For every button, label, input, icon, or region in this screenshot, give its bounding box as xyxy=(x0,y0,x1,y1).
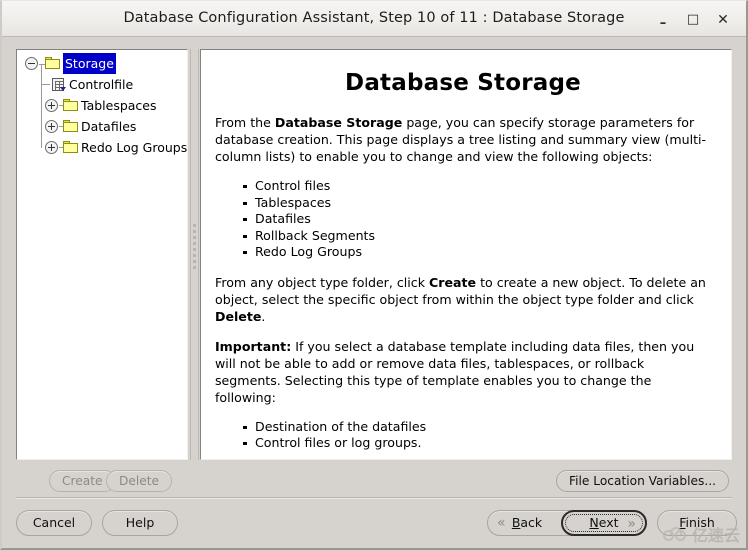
tree-item-label: Storage xyxy=(63,53,116,74)
next-button-label: Next xyxy=(589,515,619,530)
tree-item-label: Redo Log Groups xyxy=(81,140,188,155)
expand-handle-icon[interactable] xyxy=(45,120,58,133)
next-mnemonic: N xyxy=(589,515,599,530)
application-window: Database Configuration Assistant, Step 1… xyxy=(0,0,748,550)
help-button[interactable]: Help xyxy=(102,510,178,536)
footer-separator xyxy=(16,497,732,499)
help-content-panel: Database Storage From the Database Stora… xyxy=(200,49,732,460)
intro-pre: From the xyxy=(215,115,275,130)
important-label: Important: xyxy=(215,338,292,354)
maximize-icon[interactable]: □ xyxy=(682,10,704,30)
chevron-left-icon: « xyxy=(497,515,506,531)
title-bar: Database Configuration Assistant, Step 1… xyxy=(2,1,746,37)
navigation-button-group: « Back Next » xyxy=(487,510,647,536)
create-delete-paragraph: From any object type folder, click Creat… xyxy=(215,274,711,325)
list-item: Control files or log groups. xyxy=(243,435,711,452)
cd-bold-create: Create xyxy=(429,274,477,290)
changeable-items-list: Destination of the datafiles Control fil… xyxy=(215,419,711,452)
list-item: Rollback Segments xyxy=(243,228,711,245)
folder-icon xyxy=(63,120,78,132)
divider-edge xyxy=(198,49,199,460)
tree-connector xyxy=(41,84,50,85)
divider-grip-handle[interactable] xyxy=(192,221,197,281)
object-toolbar: Create Delete File Location Variables... xyxy=(2,467,746,495)
collapse-handle-icon[interactable] xyxy=(25,57,38,70)
window-title: Database Configuration Assistant, Step 1… xyxy=(123,10,625,26)
cd-post: . xyxy=(261,308,266,324)
storage-tree: Storage Controlfile Tablespaces Datafile… xyxy=(17,50,187,158)
storage-tree-panel[interactable]: Storage Controlfile Tablespaces Datafile… xyxy=(16,49,188,460)
tree-item-label: Tablespaces xyxy=(81,98,157,113)
important-paragraph: Important: If you select a database temp… xyxy=(215,338,711,406)
cd-bold-delete: Delete xyxy=(215,308,262,324)
back-button-label: Back xyxy=(511,515,543,530)
tree-connector xyxy=(41,127,42,148)
folder-open-icon xyxy=(45,57,60,69)
tree-item-datafiles[interactable]: Datafiles xyxy=(17,106,187,137)
back-button[interactable]: « Back xyxy=(488,511,566,535)
cloud-icon xyxy=(662,526,689,542)
intro-bold: Database Storage xyxy=(274,115,403,130)
divider-edge xyxy=(190,49,191,460)
folder-icon xyxy=(63,141,78,153)
folder-icon xyxy=(63,99,78,111)
minimize-icon[interactable]: – xyxy=(652,10,674,31)
list-item: Tablespaces xyxy=(243,195,711,212)
file-location-variables-button[interactable]: File Location Variables... xyxy=(555,470,729,492)
page-title: Database Storage xyxy=(345,70,581,96)
close-icon[interactable]: ✕ xyxy=(712,10,734,30)
split-pane-divider[interactable] xyxy=(189,49,200,460)
list-item: Redo Log Groups xyxy=(243,244,711,261)
list-item: Control files xyxy=(243,178,711,195)
tree-item-redo-log-groups[interactable]: Redo Log Groups xyxy=(17,127,188,158)
watermark-text: 亿速云 xyxy=(691,526,740,545)
next-button[interactable]: Next » xyxy=(561,510,647,536)
window-body: Storage Controlfile Tablespaces Datafile… xyxy=(2,37,746,548)
cd-pre: From any object type folder, click xyxy=(215,274,430,290)
minimize-glyph: – xyxy=(659,16,667,31)
chevron-right-icon: » xyxy=(627,516,636,532)
cancel-button[interactable]: Cancel xyxy=(16,510,92,536)
back-mnemonic: B xyxy=(511,515,521,530)
object-type-list: Control files Tablespaces Datafiles Roll… xyxy=(215,178,711,261)
list-item: Datafiles xyxy=(243,211,711,228)
tree-connector xyxy=(41,85,42,106)
tree-item-tablespaces[interactable]: Tablespaces xyxy=(17,85,187,116)
watermark: 亿速云 xyxy=(662,519,740,549)
delete-button[interactable]: Delete xyxy=(106,470,173,492)
expand-handle-icon[interactable] xyxy=(45,99,58,112)
list-item: Destination of the datafiles xyxy=(243,419,711,436)
tree-connector xyxy=(41,64,42,85)
tree-item-controlfile[interactable]: Controlfile xyxy=(17,64,187,95)
tree-item-label: Datafiles xyxy=(81,119,137,134)
tree-item-storage[interactable]: Storage xyxy=(17,53,187,74)
intro-paragraph: From the Database Storage page, you can … xyxy=(215,114,711,165)
wizard-footer: Cancel Help « Back Next » Finish 亿速云 xyxy=(2,504,746,551)
controlfile-document-icon xyxy=(52,78,66,91)
tree-connector xyxy=(41,106,42,127)
expand-handle-icon[interactable] xyxy=(45,141,58,154)
tree-item-label: Controlfile xyxy=(69,77,134,92)
